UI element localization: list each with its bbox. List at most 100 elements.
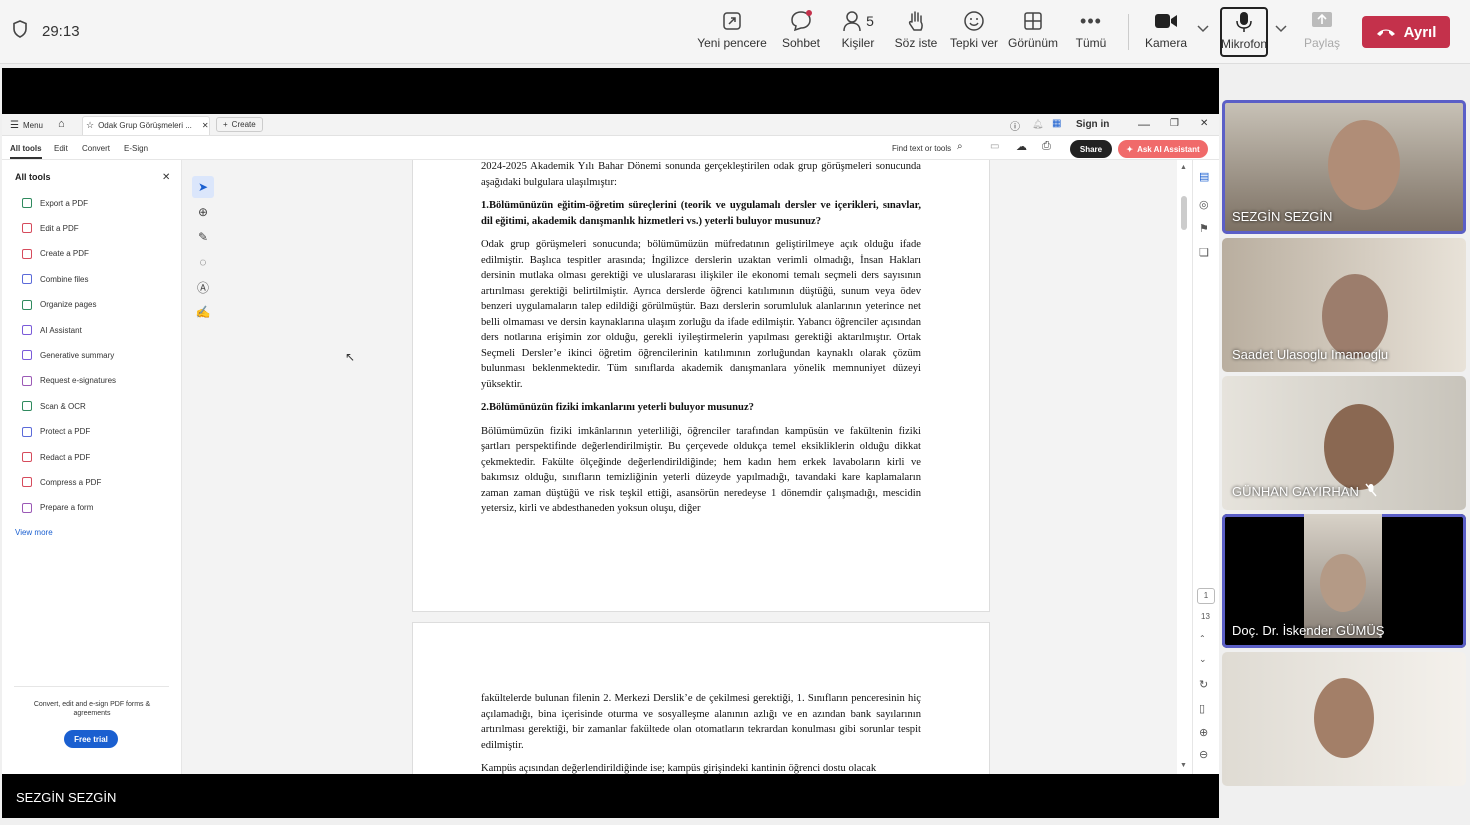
tab-all-tools[interactable]: All tools — [10, 144, 42, 159]
menu-label: Menu — [22, 121, 43, 130]
tool-item[interactable]: Protect a PDF — [22, 426, 90, 437]
people-button[interactable]: 5 Kişiler — [826, 8, 890, 56]
people-icon: 5 — [842, 8, 874, 34]
tool-item[interactable]: Prepare a form — [22, 502, 93, 513]
restore-icon[interactable]: ❐ — [1170, 118, 1179, 129]
lasso-icon[interactable]: ◌ — [192, 251, 214, 273]
close-panel-icon[interactable]: ✕ — [162, 172, 170, 183]
participant-tile[interactable]: SEZGİN SEZGİN — [1222, 100, 1466, 234]
tool-item[interactable]: Request e-signatures — [22, 375, 117, 386]
bell-icon[interactable]: 🔔︎ — [1032, 119, 1043, 130]
minimize-icon[interactable]: — — [1138, 117, 1150, 131]
apps-grid-icon[interactable]: ▦ — [1052, 118, 1061, 129]
scrollbar-thumb[interactable] — [1181, 196, 1187, 230]
page-up-icon[interactable]: ⌃ — [1199, 634, 1206, 643]
tool-label: Edit a PDF — [40, 223, 79, 233]
camera-options-chevron-icon[interactable] — [1197, 22, 1209, 36]
participant-tile[interactable]: Doç. Dr. İskender GÜMÜŞ — [1222, 514, 1466, 648]
tool-icon — [22, 198, 32, 208]
mic-options-chevron-icon[interactable] — [1275, 22, 1287, 36]
create-button[interactable]: + Create — [216, 117, 263, 132]
camera-button[interactable]: Kamera — [1134, 8, 1198, 56]
tool-item[interactable]: Create a PDF — [22, 248, 89, 259]
sign-in-button[interactable]: Sign in — [1076, 119, 1109, 130]
scroll-down-icon[interactable]: ▼ — [1180, 762, 1187, 769]
tool-label: Request e-signatures — [40, 376, 117, 386]
tool-item[interactable]: Organize pages — [22, 299, 96, 310]
home-icon[interactable]: ⌂ — [58, 118, 65, 130]
rotate-icon[interactable]: ↻ — [1199, 678, 1208, 691]
participant-name-text: GÜNHAN GAYIRHAN — [1232, 484, 1359, 499]
text-box-icon[interactable]: Ⓐ — [192, 276, 214, 298]
zoom-out-icon[interactable]: ⊖ — [1199, 748, 1208, 761]
raise-hand-button[interactable]: Söz iste — [884, 8, 948, 56]
share-button[interactable]: Share — [1070, 140, 1112, 158]
menu-button[interactable]: ☰ Menu — [10, 120, 43, 131]
star-icon[interactable]: ☆ — [86, 120, 94, 131]
upload-icon[interactable]: ☁︎ — [1016, 140, 1027, 153]
tool-item[interactable]: Generative summary — [22, 350, 114, 361]
share-screen-label: Paylaş — [1303, 36, 1341, 50]
free-trial-button[interactable]: Free trial — [64, 730, 118, 748]
pdf-page-1: 2024-2025 Akademik Yılı Bahar Dönemi son… — [412, 160, 990, 612]
total-pages: 13 — [1201, 612, 1210, 621]
select-cursor-icon[interactable]: ➤ — [192, 176, 214, 198]
share-screen-button[interactable]: Paylaş — [1290, 8, 1354, 56]
tool-icon — [22, 274, 32, 285]
find-tools-field[interactable]: Find text or tools — [892, 144, 951, 153]
scroll-up-icon[interactable]: ▲ — [1180, 164, 1187, 171]
bookmark-icon[interactable]: ⚑ — [1199, 222, 1209, 235]
close-tab-icon[interactable]: ✕ — [202, 121, 209, 130]
fit-page-icon[interactable]: ▯ — [1199, 702, 1205, 715]
view-button[interactable]: Görünüm — [1001, 8, 1065, 56]
zoom-in-icon[interactable]: ⊕ — [1199, 726, 1208, 739]
participant-tile[interactable] — [1222, 652, 1466, 786]
plus-icon: + — [223, 120, 228, 129]
tool-icon — [22, 502, 32, 513]
tab-convert[interactable]: Convert — [82, 144, 110, 153]
tool-item[interactable]: Compress a PDF — [22, 477, 101, 488]
tool-item[interactable]: Scan & OCR — [22, 401, 86, 412]
search-icon[interactable]: ⌕ — [957, 141, 963, 152]
document-scrollbar[interactable]: ▲ ▼ — [1180, 164, 1188, 769]
leave-button[interactable]: Ayrıl — [1362, 16, 1450, 48]
pages-panel-icon[interactable]: ❏ — [1199, 246, 1209, 259]
tool-item[interactable]: Combine files — [22, 274, 88, 285]
avatar — [1324, 404, 1394, 490]
participant-tile[interactable]: GÜNHAN GAYIRHAN — [1222, 376, 1466, 510]
tool-item[interactable]: Export a PDF — [22, 198, 88, 208]
close-window-icon[interactable]: ✕ — [1200, 118, 1208, 129]
tab-esign[interactable]: E-Sign — [124, 144, 148, 153]
react-button[interactable]: Tepki ver — [942, 8, 1006, 56]
muted-mic-icon — [1365, 483, 1377, 500]
document-viewport[interactable]: ➤ ⊕ ✎ ◌ Ⓐ ✍ 2024-2025 Akademik Yılı Baha… — [182, 160, 1177, 774]
tool-item[interactable]: Edit a PDF — [22, 223, 79, 234]
help-icon[interactable]: ⓘ — [1010, 118, 1020, 133]
new-window-button[interactable]: Yeni pencere — [697, 8, 767, 56]
tool-item[interactable]: AI Assistant — [22, 325, 82, 335]
view-more-link[interactable]: View more — [15, 528, 53, 537]
presenter-name: SEZGİN SEZGİN — [16, 790, 117, 805]
comments-panel-icon[interactable]: ◎ — [1199, 198, 1209, 211]
tool-icon — [22, 299, 32, 310]
pen-icon[interactable]: ✎ — [192, 226, 214, 248]
comment-icon[interactable]: ⊕ — [192, 201, 214, 223]
signature-icon[interactable]: ✍ — [192, 301, 214, 323]
create-label: Create — [231, 120, 256, 129]
shield-icon — [12, 20, 28, 42]
page-down-icon[interactable]: ⌄ — [1199, 654, 1207, 665]
print-icon[interactable]: ⎙ — [1042, 140, 1051, 153]
more-button[interactable]: ••• Tümü — [1059, 8, 1123, 56]
chat-button[interactable]: Sohbet — [769, 8, 833, 56]
ai-assistant-button[interactable]: ✦ Ask AI Assistant — [1118, 140, 1208, 158]
participant-tile[interactable]: Saadet Ulasoglu Imamoglu — [1222, 238, 1466, 372]
meeting-toolbar: 29:13 Yeni pencere Sohbet 5 Kişiler Söz … — [0, 0, 1470, 64]
mic-button[interactable]: Mikrofon — [1220, 7, 1268, 57]
tab-edit[interactable]: Edit — [54, 144, 68, 153]
save-icon[interactable]: ▭ — [990, 141, 999, 152]
current-page-field[interactable]: 1 — [1197, 588, 1215, 604]
edit-panel-icon[interactable]: ▤ — [1199, 170, 1209, 183]
avatar — [1314, 678, 1374, 758]
people-count: 5 — [866, 13, 874, 29]
tool-item[interactable]: Redact a PDF — [22, 452, 90, 462]
